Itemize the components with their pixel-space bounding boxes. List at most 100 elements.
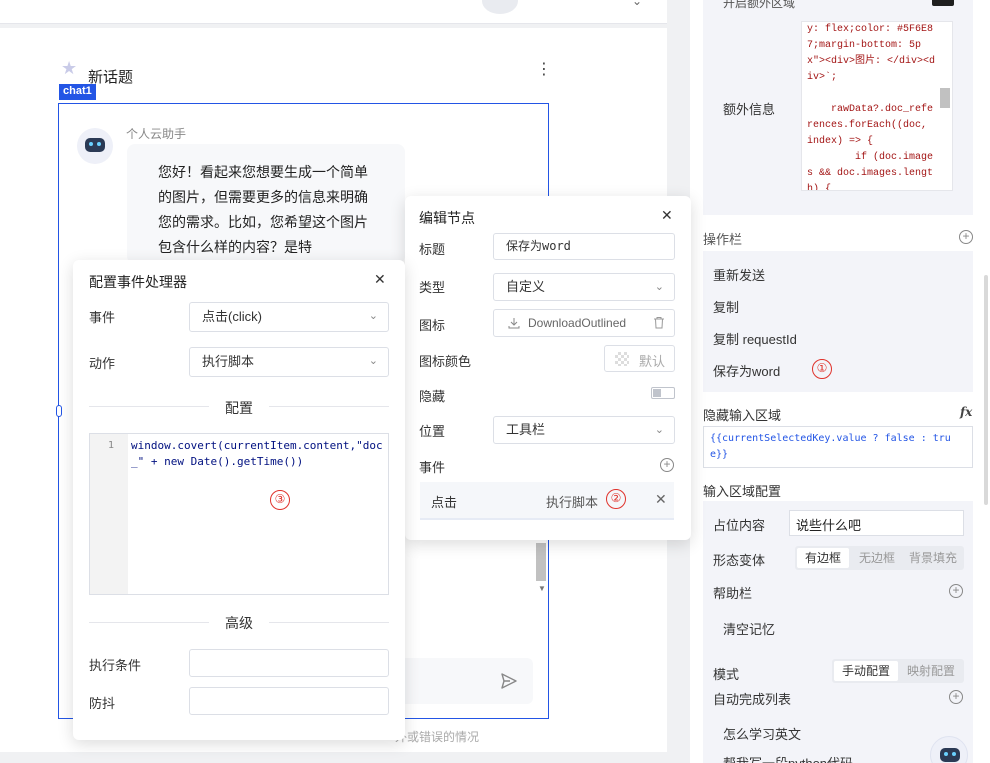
delete-icon[interactable] <box>653 316 665 329</box>
close-icon[interactable]: ✕ <box>374 271 386 288</box>
icon-color-label: 图标颜色 <box>419 354 472 369</box>
fx-icon[interactable]: fx <box>960 405 972 419</box>
title-input[interactable]: 保存为word <box>493 233 675 260</box>
hidden-input-expression[interactable]: {{currentSelectedKey.value ? false : tru… <box>703 426 973 468</box>
icon-label: 图标 <box>419 318 446 333</box>
icon-value: DownloadOutlined <box>528 316 627 330</box>
annotation-marker-1: ① <box>812 359 832 379</box>
extra-area-toggle[interactable] <box>932 0 954 6</box>
position-label: 位置 <box>419 424 446 439</box>
variant-segmented-control: 有边框 无边框 背景填充 <box>795 546 964 570</box>
annotation-marker-3: ③ <box>270 490 290 510</box>
icon-color-value: 默认 <box>639 354 666 369</box>
edit-node-title: 编辑节点 <box>419 210 475 226</box>
type-value: 自定义 <box>506 279 546 294</box>
extra-info-code-editor[interactable]: y: flex;color: #5F6E87;margin-bottom: 5p… <box>801 21 953 191</box>
event-value: 点击(click) <box>202 309 262 324</box>
extra-info-label: 额外信息 <box>723 102 776 117</box>
bot-name: 个人云助手 <box>126 127 187 141</box>
divider <box>89 622 209 623</box>
mode-mapping[interactable]: 映射配置 <box>900 661 962 681</box>
editor-gutter <box>90 434 128 594</box>
canvas-topbar: ⌄ <box>0 0 667 24</box>
script-code-editor[interactable]: 1 window.covert(currentItem.content,"doc… <box>89 433 389 595</box>
extra-info-code: y: flex;color: #5F6E87;margin-bottom: 5p… <box>807 24 936 191</box>
type-label: 类型 <box>419 280 446 295</box>
condition-label: 执行条件 <box>89 658 142 673</box>
chat-scrollbar[interactable]: ▼ <box>535 540 547 593</box>
icon-select[interactable]: DownloadOutlined <box>493 309 675 337</box>
add-help-item-icon[interactable]: + <box>949 584 963 598</box>
script-code: window.covert(currentItem.content,"doc_"… <box>131 439 383 468</box>
placeholder-label: 占位内容 <box>713 518 766 533</box>
position-value: 工具栏 <box>506 422 546 437</box>
events-label: 事件 <box>419 460 446 475</box>
title-label: 标题 <box>419 242 446 257</box>
event-item-row[interactable]: 点击 执行脚本 ✕ <box>420 482 674 520</box>
autocomplete-item[interactable]: 怎么学习英文 <box>723 724 801 743</box>
close-icon[interactable]: ✕ <box>661 207 673 224</box>
input-config-label: 输入区域配置 <box>703 484 782 499</box>
send-icon[interactable] <box>499 671 519 691</box>
help-bar-label: 帮助栏 <box>713 586 753 601</box>
debounce-input[interactable] <box>189 687 389 715</box>
autocomplete-label: 自动完成列表 <box>713 692 792 707</box>
divider <box>89 406 209 407</box>
line-number: 1 <box>108 440 115 451</box>
variant-borderless[interactable]: 无边框 <box>851 548 903 568</box>
event-select[interactable]: 点击(click) ⌄ <box>189 302 389 332</box>
variant-filled[interactable]: 背景填充 <box>903 548 963 568</box>
more-icon[interactable]: ⋮ <box>536 62 552 78</box>
divider <box>269 622 389 623</box>
extra-area-label: 开启额外区域 <box>723 0 796 10</box>
hidden-toggle[interactable] <box>651 387 675 399</box>
add-toolbar-item-icon[interactable]: + <box>959 230 973 244</box>
chevron-down-icon: ⌄ <box>654 424 664 436</box>
add-autocomplete-icon[interactable]: + <box>949 690 963 704</box>
toolbar-item[interactable]: 复制 <box>713 297 739 316</box>
event-label: 事件 <box>89 310 116 325</box>
hidden-input-label: 隐藏输入区域 <box>703 408 782 423</box>
condition-input[interactable] <box>189 649 389 677</box>
action-select[interactable]: 执行脚本 ⌄ <box>189 347 389 377</box>
position-select[interactable]: 工具栏 ⌄ <box>493 416 675 444</box>
toolbar-items-list: 重新发送 复制 复制 requestId 保存为word <box>703 251 973 392</box>
event-action: 执行脚本 <box>546 495 599 510</box>
autocomplete-item[interactable]: 帮我写一段python代码 <box>723 753 853 763</box>
user-avatar[interactable] <box>482 0 518 14</box>
action-value: 执行脚本 <box>202 354 255 369</box>
mode-manual[interactable]: 手动配置 <box>834 661 898 681</box>
chevron-down-icon[interactable]: ⌄ <box>632 0 642 8</box>
footer-text: 外或错误的情况 <box>395 730 480 744</box>
action-label: 动作 <box>89 356 116 371</box>
type-select[interactable]: 自定义 ⌄ <box>493 273 675 301</box>
help-item-clear-memory[interactable]: 清空记忆 <box>723 619 775 638</box>
panel-scrollbar[interactable] <box>984 275 988 505</box>
hidden-label: 隐藏 <box>419 389 446 404</box>
icon-color-picker[interactable]: 默认 <box>604 345 675 372</box>
mode-segmented-control: 手动配置 映射配置 <box>832 659 964 683</box>
bot-message-bubble: 您好！看起来您想要生成一个简单的图片，但需要更多的信息来明确您的需求。比如，您希… <box>127 144 405 264</box>
debounce-label: 防抖 <box>89 696 116 711</box>
config-event-title: 配置事件处理器 <box>89 274 187 290</box>
toolbar-item[interactable]: 重新发送 <box>713 265 765 284</box>
chevron-down-icon: ⌄ <box>654 281 664 293</box>
bot-avatar <box>77 128 113 164</box>
advanced-section-title: 高级 <box>225 615 253 631</box>
variant-label: 形态变体 <box>713 553 766 568</box>
divider <box>269 406 389 407</box>
chat-component-tag: chat1 <box>59 84 96 100</box>
transparent-swatch-icon <box>615 352 629 366</box>
remove-event-icon[interactable]: ✕ <box>655 491 667 508</box>
star-icon[interactable]: ★ <box>61 58 77 79</box>
resize-handle[interactable] <box>56 405 62 417</box>
add-event-icon[interactable]: + <box>660 458 674 472</box>
variant-bordered[interactable]: 有边框 <box>797 548 849 568</box>
chevron-down-icon: ⌄ <box>368 355 378 367</box>
toolbar-item-save-word[interactable]: 保存为word <box>713 361 780 380</box>
placeholder-input[interactable]: 说些什么吧 <box>789 510 964 536</box>
code-scrollbar[interactable] <box>940 88 950 108</box>
chevron-down-icon: ⌄ <box>368 310 378 322</box>
toolbar-item[interactable]: 复制 requestId <box>713 329 797 348</box>
config-section-title: 配置 <box>225 400 253 416</box>
